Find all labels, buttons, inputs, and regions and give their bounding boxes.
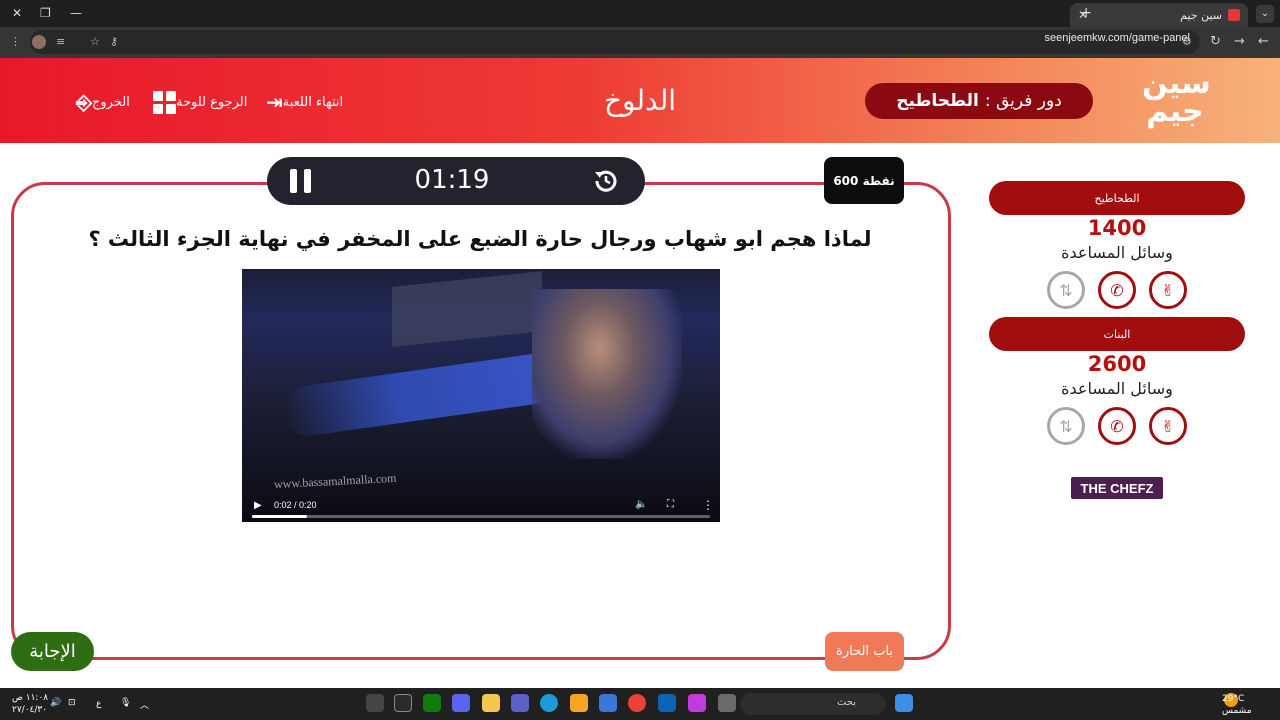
taskbar-search-placeholder: بحث [836,697,856,708]
new-tab-button[interactable]: + [1080,5,1092,21]
forward-arrow-icon[interactable]: → [1234,34,1245,49]
address-bar[interactable] [30,30,1200,54]
exit-button[interactable]: الخروج ⎆ [70,89,130,115]
edge-icon[interactable] [540,694,558,712]
media-player-icon[interactable] [366,694,384,712]
team-2-lifeline-two-answers-icon[interactable]: ✌ [1149,407,1187,445]
file-explorer-icon[interactable] [482,694,500,712]
team-2-lifelines-label: وسائل المساعدة [1061,379,1173,398]
answer-button[interactable]: الإجابة [11,632,94,671]
copilot-icon[interactable] [688,694,706,712]
video-frame-arm [279,349,575,439]
video-seek-progress [252,515,307,518]
exit-label: الخروج [92,94,130,110]
taskbar-search[interactable]: بحث [740,693,886,715]
exit-door-icon: ⎆ [76,90,92,114]
xbox-icon[interactable] [423,694,441,712]
points-badge: 600 نقطة [824,157,904,204]
volume-icon[interactable]: 🔈 [635,499,647,510]
team-1-lifeline-swap-question-icon[interactable]: ⇅ [1047,271,1085,309]
tab-title: سين جيم [1180,8,1222,22]
fullscreen-icon[interactable]: ⛶ [667,499,674,510]
clock-time[interactable]: ١١:٠٨ ص [12,693,48,703]
category-title: الدلوخ [603,84,677,117]
network-icon[interactable]: ⊡ [68,698,76,708]
team-2-score: 2600 [1087,352,1147,376]
epic-games-icon[interactable] [394,694,412,712]
window-close-icon[interactable]: ✕ [12,6,22,20]
play-icon[interactable]: ▶ [254,500,262,511]
pause-icon[interactable] [290,169,312,193]
show-hidden-icons-icon[interactable]: ︿ [140,698,149,711]
seen-jeem-logo[interactable]: سين جيم [1142,69,1211,132]
browser-tab[interactable]: سين جيم ✕ [1070,3,1248,27]
end-game-button[interactable]: انتهاء اللعبة ⇥ [258,89,343,115]
back-to-board-label: الرجوع للوحة [176,94,248,110]
turn-prefix: دور فريق : [984,91,1062,111]
bookmark-star-icon[interactable]: ☆ [90,35,100,48]
back-arrow-icon[interactable]: ← [1258,34,1269,49]
weather-temp: 29°C [1222,694,1245,704]
url-text[interactable]: seenjeemkw.com/game-panel [1044,32,1190,44]
timer-display: 01:19 [414,165,490,195]
team-2-lifeline-swap-question-icon[interactable]: ⇅ [1047,407,1085,445]
team-1-score: 1400 [1087,216,1147,240]
video-time: 0:02 / 0:20 [274,500,317,510]
teams-icon[interactable] [511,694,529,712]
team-turn-indicator: دور فريق : الطحاطيح [865,83,1093,119]
reload-icon[interactable]: ↻ [1210,34,1221,49]
category-tag-button[interactable]: باب الحارة [825,632,904,671]
end-game-arrow-icon: ⇥ [266,90,283,114]
microphone-icon[interactable]: 🎙 [120,698,131,708]
app-icon[interactable] [718,694,736,712]
input-language[interactable]: ع [96,699,101,709]
window-maximize-icon[interactable]: ❐ [40,6,51,20]
video-player[interactable]: www.bassamalmalla.com ▶ 0:02 / 0:20 🔈 ⛶ … [242,269,720,522]
browser-menu-icon[interactable]: ⋮ [10,35,21,48]
reset-timer-icon[interactable] [591,166,621,196]
chrome-icon[interactable] [628,694,646,712]
video-controls: ▶ 0:02 / 0:20 🔈 ⛶ ⋮ [242,488,720,522]
site-favicon-icon [1228,9,1240,21]
audio-app-icon[interactable] [570,694,588,712]
question-text: لماذا هجم ابو شهاب ورجال حارة الضبع على … [88,227,872,251]
volume-tray-icon[interactable]: 🔊 [50,698,61,708]
weather-desc: مشمس [1222,706,1252,716]
window-minimize-icon[interactable]: — [70,6,82,20]
video-frame-wall [392,271,542,347]
turn-team-name: الطحاطيح [896,91,979,111]
team-1-lifeline-two-answers-icon[interactable]: ✌ [1149,271,1187,309]
discord-icon[interactable] [452,694,470,712]
tab-search-button[interactable]: ⌄ [1256,5,1274,23]
video-seek-bar[interactable] [252,515,710,518]
sponsor-logo[interactable]: THE CHEFZ [1071,477,1163,499]
video-frame-figure [532,289,682,459]
team-1-lifeline-call-friend-icon[interactable]: ✆ [1098,271,1136,309]
clock-date[interactable]: ٢٧/٠٤/٣٠ [12,705,47,715]
team-2-lifeline-call-friend-icon[interactable]: ✆ [1098,407,1136,445]
outlook-icon[interactable] [658,694,676,712]
store-icon[interactable] [599,694,617,712]
more-options-icon[interactable]: ⋮ [702,498,714,512]
team-2-name-pill: البنات [989,317,1245,351]
team-1-lifelines-label: وسائل المساعدة [1061,243,1173,262]
reading-list-icon[interactable]: ≡ [56,35,65,48]
profile-avatar[interactable] [32,35,46,49]
grid-icon [153,90,176,114]
team-1-name-pill: الطحاطيح [989,181,1245,215]
back-to-board-button[interactable]: الرجوع للوحة [147,89,247,115]
start-menu-icon[interactable] [895,694,913,712]
end-game-label: انتهاء اللعبة [282,94,344,110]
password-key-icon[interactable]: ⚷ [110,35,118,48]
